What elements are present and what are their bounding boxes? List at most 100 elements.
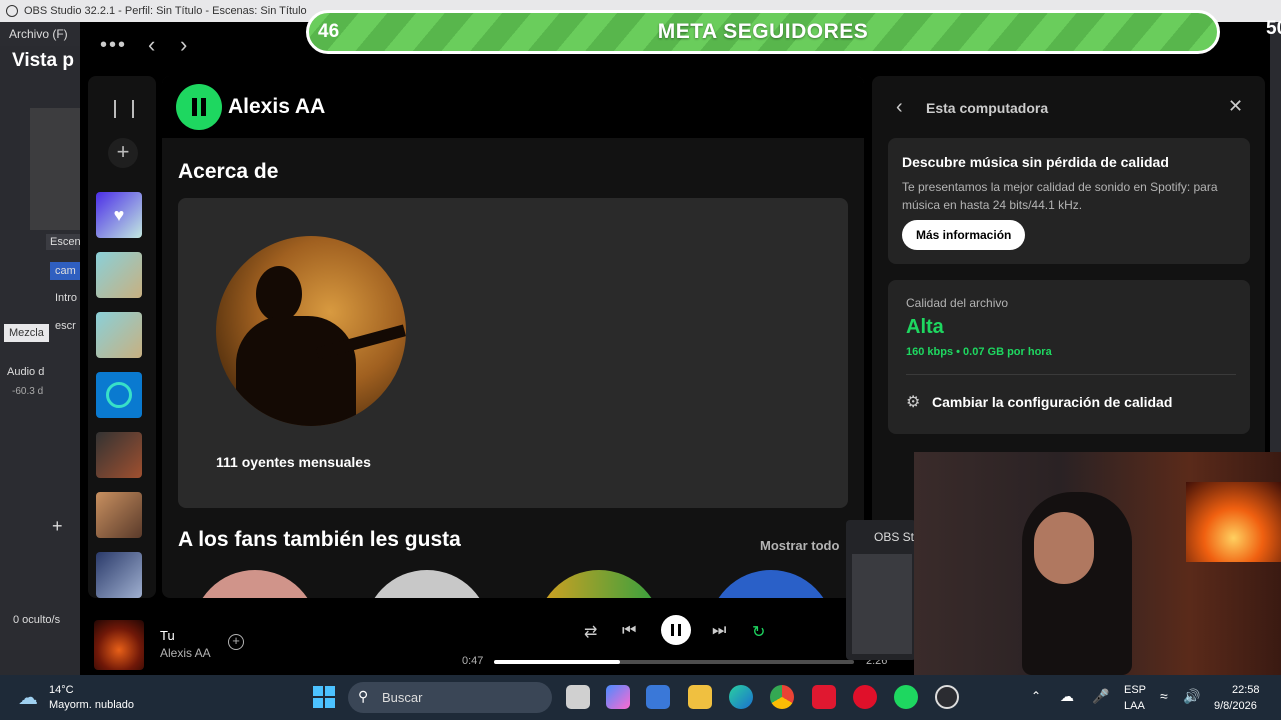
artist-name: Alexis AA bbox=[228, 95, 326, 118]
change-quality-link[interactable]: Cambiar la configuración de calidad bbox=[932, 394, 1172, 410]
library-item-thumb[interactable] bbox=[96, 372, 142, 418]
more-info-button[interactable]: Más información bbox=[902, 220, 1026, 250]
shuffle-icon[interactable]: ⇄ bbox=[584, 622, 597, 642]
tray-chevron-icon[interactable]: ⌃ bbox=[1031, 689, 1041, 703]
more-options-icon[interactable]: ••• bbox=[100, 34, 127, 57]
goal-end-count: 50 bbox=[1266, 18, 1281, 39]
edge-icon[interactable] bbox=[729, 685, 753, 709]
copilot-icon[interactable] bbox=[606, 685, 630, 709]
library-item-thumb[interactable] bbox=[96, 552, 142, 598]
library-item-thumb[interactable] bbox=[96, 432, 142, 478]
obs-scene-item[interactable]: escr bbox=[55, 320, 76, 332]
close-icon[interactable]: ✕ bbox=[1228, 96, 1243, 117]
about-card[interactable]: 111 oyentes mensuales bbox=[178, 198, 848, 508]
related-artist-avatar[interactable] bbox=[708, 570, 834, 598]
library-icon[interactable] bbox=[114, 100, 134, 118]
add-to-library-icon[interactable]: + bbox=[228, 634, 244, 650]
obs-icon[interactable] bbox=[935, 685, 959, 709]
file-quality-detail: 160 kbps • 0.07 GB por hora bbox=[906, 346, 1052, 358]
obs-preview-label: OBS St bbox=[874, 530, 915, 544]
previous-icon[interactable]: ⏮ bbox=[622, 622, 636, 640]
obs-preview-title: Vista p bbox=[12, 50, 74, 71]
promo-body: Te presentamos la mejor calidad de sonid… bbox=[902, 180, 1218, 212]
goal-start-count: 46 bbox=[318, 21, 340, 42]
file-quality-value: Alta bbox=[906, 316, 944, 338]
weather-temp[interactable]: 14°C bbox=[49, 684, 74, 696]
promo-title: Descubre música sin pérdida de calidad bbox=[902, 154, 1169, 170]
weather-icon[interactable]: ☁ bbox=[18, 685, 38, 710]
divider bbox=[906, 374, 1236, 375]
microphone-icon[interactable]: 🎤 bbox=[1092, 688, 1109, 705]
repeat-icon[interactable]: ↻ bbox=[752, 622, 765, 642]
about-heading: Acerca de bbox=[178, 160, 279, 183]
spotify-icon[interactable] bbox=[894, 685, 918, 709]
obs-audio-db: -60.3 d bbox=[12, 386, 44, 397]
fans-also-like-heading: A los fans también les gusta bbox=[178, 528, 461, 551]
app-red-icon[interactable] bbox=[812, 685, 836, 709]
library-item-thumb[interactable] bbox=[96, 312, 142, 358]
obs-hidden-count: 0 oculto/s bbox=[13, 614, 61, 626]
elapsed-time: 0:47 bbox=[462, 655, 484, 667]
artist-photo bbox=[216, 236, 406, 426]
windows-taskbar: ☁ 14°C Mayorm. nublado ⚲ Buscar ⌃ ☁ 🎤 ES… bbox=[0, 675, 1281, 720]
forward-arrow-icon[interactable]: › bbox=[180, 32, 187, 58]
volume-icon[interactable]: 🔊 bbox=[1183, 688, 1200, 705]
keyboard-layout[interactable]: LAA bbox=[1124, 700, 1145, 712]
wifi-icon[interactable]: ≈ bbox=[1160, 688, 1168, 704]
clock-date[interactable]: 9/8/2026 bbox=[1214, 700, 1257, 712]
obs-scenes-tab[interactable]: Escen bbox=[46, 234, 85, 250]
chrome-icon[interactable] bbox=[770, 685, 794, 709]
lossless-promo-card: Descubre música sin pérdida de calidad T… bbox=[888, 138, 1250, 264]
obs-audio-label: Audio d bbox=[7, 366, 45, 378]
obs-scene-item[interactable]: cam bbox=[50, 262, 81, 280]
track-title[interactable]: Tu bbox=[160, 628, 175, 643]
goal-title: META SEGUIDORES bbox=[657, 20, 869, 43]
webcam-face bbox=[1034, 512, 1094, 584]
back-chevron-icon[interactable]: ‹ bbox=[896, 96, 903, 119]
search-icon: ⚲ bbox=[358, 688, 369, 704]
search-placeholder: Buscar bbox=[382, 690, 423, 705]
library-sidebar: + ♥ bbox=[88, 76, 156, 598]
webcam-fireplace bbox=[1186, 482, 1281, 562]
library-item-thumb[interactable] bbox=[96, 252, 142, 298]
show-all-link[interactable]: Mostrar todo bbox=[760, 538, 839, 553]
search-box[interactable]: ⚲ Buscar bbox=[348, 682, 552, 713]
related-artist-avatar[interactable] bbox=[192, 570, 318, 598]
create-icon[interactable]: + bbox=[108, 138, 138, 168]
obs-scene-item[interactable]: Intro bbox=[55, 292, 77, 304]
obs-taskbar-preview[interactable]: OBS St bbox=[846, 520, 916, 660]
obs-window-title: OBS Studio 32.2.1 - Perfil: Sin Título -… bbox=[24, 5, 307, 17]
opera-icon[interactable] bbox=[853, 685, 877, 709]
file-explorer-icon[interactable] bbox=[688, 685, 712, 709]
album-art[interactable] bbox=[94, 620, 144, 670]
start-windows-icon[interactable] bbox=[313, 686, 335, 708]
store-icon[interactable] bbox=[646, 685, 670, 709]
follower-goal-bar: 46 META SEGUIDORES bbox=[306, 10, 1220, 54]
obs-menu-archivo[interactable]: Archivo (F) bbox=[0, 22, 80, 46]
liked-songs-thumb[interactable]: ♥ bbox=[96, 192, 142, 238]
clock-time[interactable]: 22:58 bbox=[1232, 684, 1260, 696]
play-pause-button[interactable] bbox=[176, 84, 222, 130]
track-artist[interactable]: Alexis AA bbox=[160, 646, 211, 660]
obs-add-icon[interactable]: + bbox=[52, 516, 63, 537]
obs-dock: Escen cam Intro escr Mezcla Audio d -60.… bbox=[0, 230, 85, 650]
back-arrow-icon[interactable]: ‹ bbox=[148, 32, 155, 58]
library-item-thumb[interactable] bbox=[96, 492, 142, 538]
related-artist-avatar[interactable] bbox=[536, 570, 662, 598]
obs-mixer-tab[interactable]: Mezcla bbox=[4, 324, 49, 342]
progress-fill bbox=[494, 660, 620, 664]
language-code[interactable]: ESP bbox=[1124, 684, 1146, 696]
obs-preview-image bbox=[852, 554, 912, 654]
monthly-listeners: 111 oyentes mensuales bbox=[216, 454, 371, 470]
related-artist-avatar[interactable] bbox=[364, 570, 490, 598]
tray-cloud-icon[interactable]: ☁ bbox=[1060, 688, 1074, 705]
webcam-feed bbox=[914, 452, 1281, 675]
progress-track[interactable] bbox=[494, 660, 854, 664]
pause-button[interactable] bbox=[661, 615, 691, 645]
gear-icon: ⚙ bbox=[906, 394, 921, 411]
obs-logo-icon bbox=[6, 5, 18, 17]
weather-desc[interactable]: Mayorm. nublado bbox=[49, 699, 134, 711]
next-icon[interactable]: ⏭ bbox=[712, 622, 726, 640]
file-quality-label: Calidad del archivo bbox=[906, 296, 1009, 310]
task-view-icon[interactable] bbox=[566, 685, 590, 709]
